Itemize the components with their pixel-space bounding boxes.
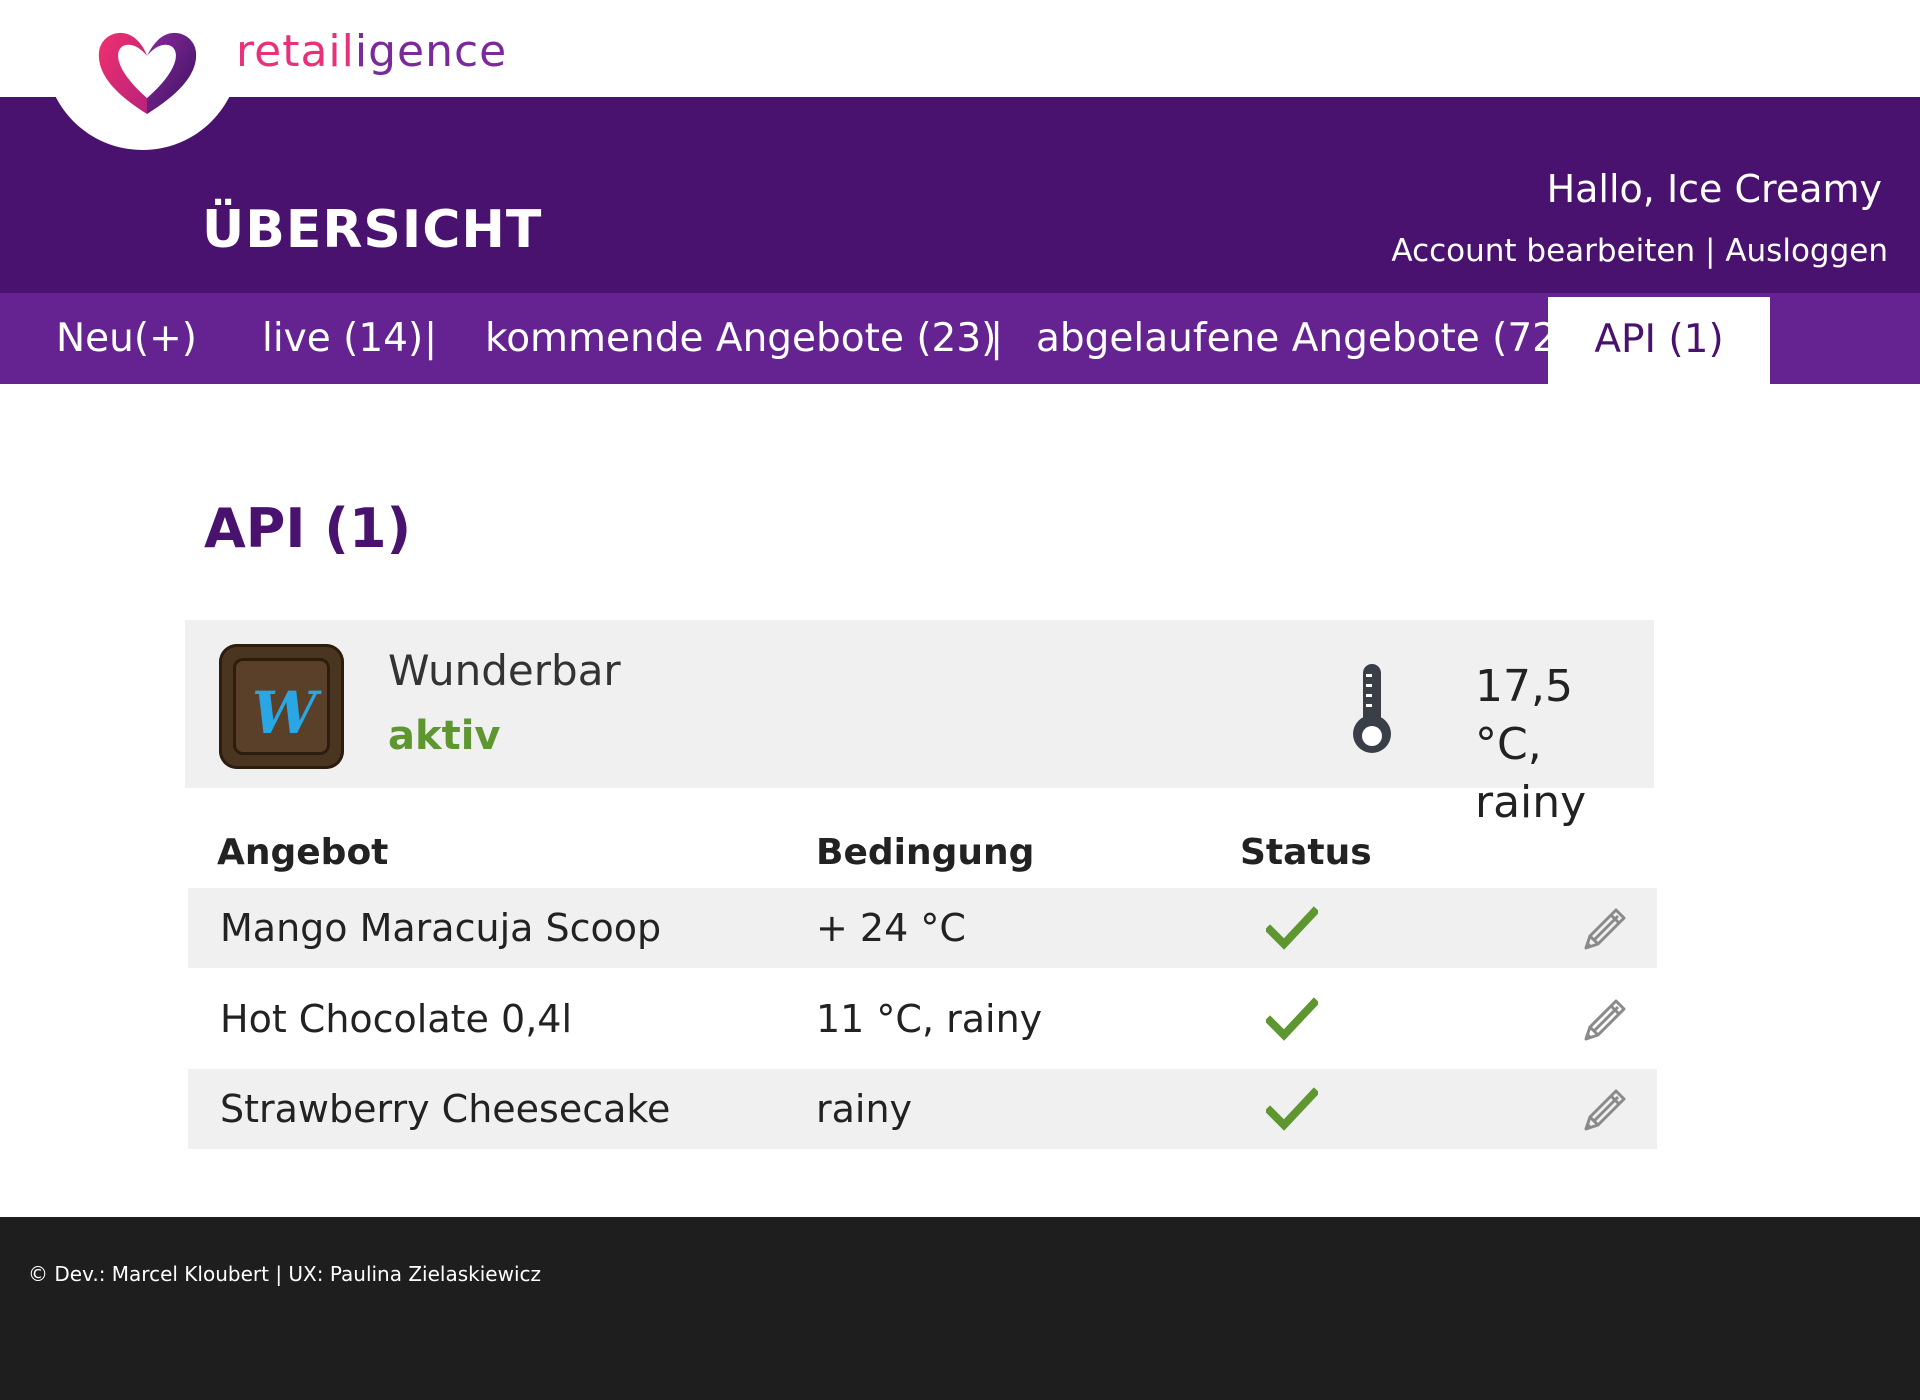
- shop-logo-inner: W: [233, 658, 330, 755]
- tab-new[interactable]: Neu(+): [56, 293, 197, 384]
- offer-name: Hot Chocolate 0,4l: [220, 997, 573, 1041]
- brand-name-part1: retail: [236, 26, 355, 77]
- weather-condition: rainy: [1475, 777, 1587, 828]
- offer-name: Strawberry Cheesecake: [220, 1087, 671, 1131]
- tab-upcoming-offers[interactable]: kommende Angebote (23): [485, 293, 996, 384]
- offer-name: Mango Maracuja Scoop: [220, 906, 662, 950]
- section-title: API (1): [204, 497, 412, 560]
- header: ÜBERSICHT Hallo, Ice Creamy Account bear…: [0, 97, 1920, 293]
- column-header-condition: Bedingung: [816, 832, 1035, 873]
- column-header-offer: Angebot: [217, 832, 389, 873]
- user-greeting: Hallo, Ice Creamy: [1546, 167, 1882, 211]
- table-row: Hot Chocolate 0,4l 11 °C, rainy: [188, 979, 1657, 1059]
- shop-status: aktiv: [388, 713, 501, 759]
- heart-logo-icon[interactable]: [95, 28, 200, 116]
- offer-condition: rainy: [816, 1087, 913, 1131]
- shop-card: W Wunderbar aktiv 17,5 °C, rainy: [185, 620, 1654, 828]
- brand-name: retailigence: [236, 26, 507, 77]
- tab-live[interactable]: live (14): [262, 293, 423, 384]
- column-header-status: Status: [1240, 832, 1372, 873]
- account-links: Account bearbeiten | Ausloggen: [1391, 233, 1888, 269]
- pencil-icon[interactable]: [1580, 1085, 1630, 1135]
- offer-condition: + 24 °C: [816, 906, 966, 950]
- page-title: ÜBERSICHT: [202, 200, 543, 260]
- shop-logo-letter: W: [251, 679, 318, 747]
- edit-account-link[interactable]: Account bearbeiten: [1391, 233, 1695, 269]
- shop-logo: W: [219, 644, 344, 769]
- check-icon: [1266, 906, 1318, 950]
- link-separator: |: [1705, 233, 1716, 269]
- tab-expired-offers[interactable]: abgelaufene Angebote (72): [1036, 293, 1572, 384]
- shop-name: Wunderbar: [388, 646, 621, 695]
- offer-condition: 11 °C, rainy: [816, 997, 1043, 1041]
- table-row: Mango Maracuja Scoop + 24 °C: [188, 888, 1657, 968]
- tab-separator: |: [990, 316, 1004, 361]
- check-icon: [1266, 1087, 1318, 1131]
- brand-name-part2: igence: [354, 26, 508, 77]
- logout-link[interactable]: Ausloggen: [1725, 233, 1888, 269]
- weather-info: 17,5 °C, rainy: [1475, 658, 1645, 832]
- pencil-icon[interactable]: [1580, 995, 1630, 1045]
- table-row: Strawberry Cheesecake rainy: [188, 1069, 1657, 1149]
- weather-temperature: 17,5 °C,: [1475, 661, 1573, 770]
- pencil-icon[interactable]: [1580, 904, 1630, 954]
- tab-api[interactable]: API (1): [1548, 297, 1770, 384]
- tab-separator: |: [424, 316, 438, 361]
- tab-navigation: Neu(+) live (14) | kommende Angebote (23…: [0, 293, 1920, 384]
- footer: © Dev.: Marcel Kloubert | UX: Paulina Zi…: [0, 1217, 1920, 1400]
- check-icon: [1266, 997, 1318, 1041]
- footer-credits: © Dev.: Marcel Kloubert | UX: Paulina Zi…: [28, 1262, 541, 1286]
- thermometer-icon: [1353, 664, 1391, 753]
